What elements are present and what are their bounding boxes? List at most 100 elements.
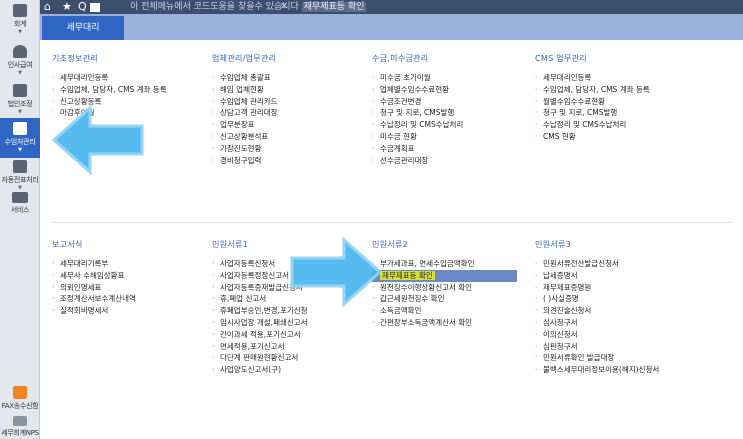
menu-item[interactable]: 업체별수임수수료현황 [372,84,532,96]
star-icon[interactable]: ★ [62,0,72,14]
menu-item[interactable]: 불백스세무대리정보이용(해지)신청서 [535,364,695,376]
tab-hint-text: 이 전체메뉴에서 코드도움을 찾을수 있습니다 [130,2,299,12]
menu-item[interactable]: 부가세과표, 면세수입금액확인 [372,258,532,270]
menu-item[interactable]: 미수금 현황 [372,131,532,143]
sidebar-item-service[interactable]: 서비스 [0,192,40,215]
menu-item[interactable]: CMS 현황 [535,131,695,143]
right-arrow-annotation [290,236,382,308]
menu-item[interactable]: 심판청구서 [535,341,695,353]
left-arrow-annotation [52,104,144,176]
menu-item[interactable]: 업무분장표 [212,119,372,131]
menu-item[interactable]: 간이과세 적용,포기신고서 [212,329,372,341]
menu-item[interactable]: 선수금관리대장 [372,155,532,167]
sidebar-item-auto-voucher[interactable]: 자동전표처리 ▼ [0,160,40,191]
menu-item[interactable]: 수금조건변경 [372,96,532,108]
menu-item[interactable]: 상담고객 관리대장 [212,107,372,119]
menu-item[interactable]: 월별수임수수료현황 [535,96,695,108]
sidebar-item-payroll[interactable]: 인사급여 ▼ [0,45,40,76]
section-collection: 수금,미수금관리 미수금 초기이월 업체별수임수수료현황 수금조건변경 청구 및… [372,53,532,166]
menu-item[interactable]: 세무대리인등록 [535,72,695,84]
chevron-down-icon: ▼ [18,147,22,153]
menu-item[interactable]: 수금계획표 [372,143,532,155]
menu-list: 세무대리기록부 세무사 수해임상황표 의뢰인명세표 조정계산서보수계산내역 실적… [52,258,212,317]
menu-item[interactable]: ( )사실증명 [535,293,695,305]
menu-item[interactable]: 심사청구서 [535,317,695,329]
menu-item[interactable]: 수임업체 관리카드 [212,96,372,108]
building-icon [13,84,27,97]
section-reports: 보고서식 세무대리기록부 세무사 수해임상황표 의뢰인명세표 조정계산서보수계산… [52,239,212,317]
menu-item[interactable]: 청구 및 지로, CMS발행 [535,107,695,119]
search-icon[interactable]: Q [78,0,87,14]
menu-item[interactable]: 수임업체 총괄표 [212,72,372,84]
window-icon[interactable] [90,3,100,12]
menu-item[interactable]: 사업양도신고서(구) [212,364,372,376]
menu-item[interactable]: 수임업체, 담당자, CMS 계좌 등록 [535,84,695,96]
section-title: 기초정보관리 [52,54,98,63]
section-cms: CMS 업무관리 세무대리인등록 수임업체, 담당자, CMS 계좌 등록 월별… [535,53,695,143]
monitor-icon [12,192,28,203]
section-company-work: 업체관리/업무관리 수임업체 총괄표 해임 업체현황 수임업체 관리카드 상담고… [212,53,372,166]
tab-tax-agent[interactable]: 세무대리 [42,16,124,40]
menu-item[interactable]: 신고상황분석표 [212,131,372,143]
menu-item[interactable]: 재무제표증명원 [535,282,695,294]
section-title: CMS 업무관리 [535,54,587,63]
menu-item[interactable]: 갑근세원천징수 확인 [372,293,532,305]
person-icon [13,45,27,58]
menu-item[interactable]: 수납정리 및 CMS수납처리 [372,119,532,131]
menu-item[interactable]: 기장진도현황 [212,143,372,155]
menu-item[interactable]: 납세증명서 [535,270,695,282]
menu-item[interactable]: 해임 업체현황 [212,84,372,96]
menu-item[interactable]: 간편장부소득금액계산서 확인 [372,317,532,329]
menu-item[interactable]: 청구 및 지로, CMS발행 [372,107,532,119]
sidebar-item-nps[interactable]: 세무회계NPS [0,416,40,438]
auto-voucher-icon [13,160,27,173]
sidebar-item-label: 인사급여 [7,61,33,69]
menu-item[interactable]: 소득금액확인 [372,305,532,317]
menu-item[interactable]: 이의신청서 [535,329,695,341]
sidebar-item-accounting[interactable]: 회계 ▼ [0,4,40,35]
menu-item[interactable]: 다단계 판매원현황신고서 [212,352,372,364]
tab-active-title: 재무제표등 확인 [301,2,367,12]
left-sidebar: 회계 ▼ 인사급여 ▼ 법인조정 ▼ 수임처관리 ▼ 자동전표처리 ▼ 서비스 … [0,0,40,439]
menu-item[interactable]: 임시사업장 개설,폐쇄신고서 [212,317,372,329]
home-icon[interactable]: ⌂ [44,0,51,14]
section-title: 보고서식 [52,240,83,249]
menu-item[interactable]: 조정계산서보수계산내역 [52,293,212,305]
menu-item[interactable]: 미수금 초기이월 [372,72,532,84]
menu-item[interactable]: 수임업체, 담당자, CMS 계좌 등록 [52,84,212,96]
menu-item[interactable]: 민원서류전산발급신청서 [535,258,695,270]
sidebar-item-corporate-adjust[interactable]: 법인조정 ▼ [0,84,40,115]
sidebar-item-fax-inbox[interactable]: FAX송수신함 [0,386,40,411]
fax-icon [13,386,27,399]
chevron-down-icon: ▼ [18,185,22,191]
menu-list: 수임업체 총괄표 해임 업체현황 수임업체 관리카드 상담고객 관리대장 업무분… [212,72,372,166]
menu-item[interactable]: 경비청구입력 [212,155,372,167]
menu-item[interactable]: 세무사 수해임상황표 [52,270,212,282]
menu-item[interactable]: 실적회비명세서 [52,305,212,317]
menu-item[interactable]: 수납정리 및 CMS수납처리 [535,119,695,131]
menu-item[interactable]: 면세적용,포기신고서 [212,341,372,353]
chevron-down-icon: ▼ [18,29,22,35]
section-title: 업체관리/업무관리 [212,54,277,63]
menu-item[interactable]: 민원서류확인 발급대장 [535,352,695,364]
sidebar-item-label: 수임처관리 [4,138,36,146]
chart-icon [13,416,27,426]
sidebar-item-label: FAX송수신함 [1,402,39,410]
menu-list: 부가세과표, 면세수입금액확인 재무제표등 확인 원천징수이행상황신고서 확인 … [372,258,532,329]
sidebar-item-label: 자동전표처리 [1,176,39,184]
menu-item[interactable]: 세무대리기록부 [52,258,212,270]
sidebar-item-label: 서비스 [10,206,30,214]
menu-item[interactable]: 원천징수이행상황신고서 확인 [372,282,532,294]
chevron-down-icon: ▼ [18,109,22,115]
menu-item[interactable]: 의뢰인명세표 [52,282,212,294]
menu-item-selected[interactable]: 재무제표등 확인 [372,269,517,282]
calculator-icon [13,4,27,17]
section-civil-docs-3: 민원서류3 민원서류전산발급신청서 납세증명서 재무제표증명원 ( )사실증명 … [535,239,695,376]
selected-item-label: 재무제표등 확인 [380,270,435,280]
menu-tabstrip: 세무대리 [40,14,743,40]
close-icon[interactable]: ✕ [280,0,288,14]
open-tab[interactable]: 이 전체메뉴에서 코드도움을 찾을수 있습니다 재무제표등 확인 [130,0,367,14]
menu-item[interactable]: 의견진술신청서 [535,305,695,317]
menu-item[interactable]: 세무대리인등록 [52,72,212,84]
sidebar-item-client-management[interactable]: 수임처관리 ▼ [0,118,40,158]
